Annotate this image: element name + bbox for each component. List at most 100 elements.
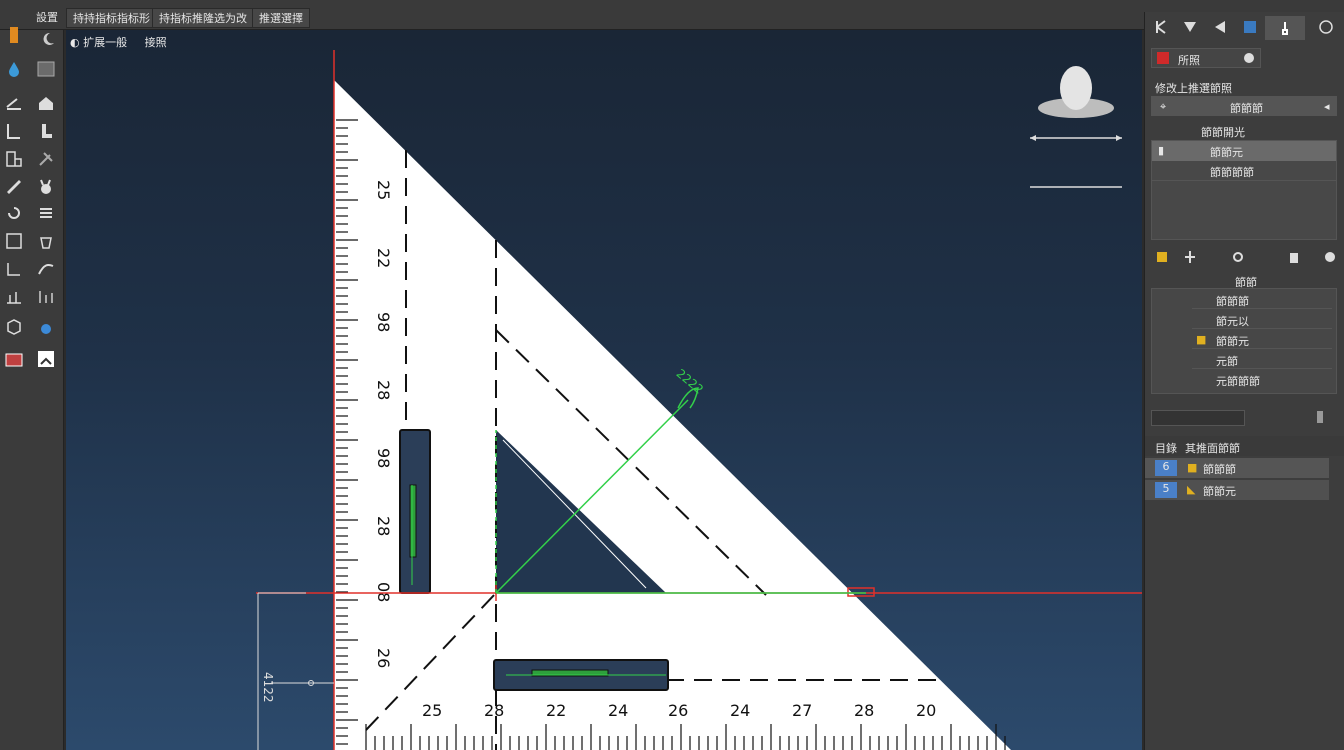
layer-search-input[interactable]: [1151, 410, 1245, 426]
table-row-name: 節節節: [1203, 463, 1236, 476]
folder-icon: ■: [1187, 461, 1198, 474]
k-icon[interactable]: [1153, 18, 1171, 36]
pen-line-icon[interactable]: [2, 92, 26, 114]
table-header-id: 目錄: [1155, 442, 1177, 455]
ruler-left-label: 26: [374, 648, 393, 668]
left-toolbar: [0, 27, 64, 750]
layer-row[interactable]: 節元以: [1192, 311, 1332, 329]
layer-row[interactable]: 元節節節: [1192, 371, 1332, 389]
modifier-item-label: 節節節節: [1210, 166, 1254, 179]
table-row[interactable]: 6 ■ 節節節: [1145, 458, 1329, 478]
layout-icon[interactable]: [2, 148, 26, 170]
ruler-bottom-label: 27: [792, 701, 812, 720]
drawing-viewport[interactable]: 25 22 98 28 98 28 08 26 25 28 22 24 26 24 27 28 20: [66, 30, 1142, 750]
export-icon[interactable]: [34, 348, 58, 370]
image-icon[interactable]: [34, 58, 58, 80]
view-mode-text[interactable]: 扩展一般: [83, 36, 127, 49]
orange-bookmark-icon[interactable]: [2, 24, 26, 46]
viewport-label: ◐ 扩展一般 接照: [70, 34, 167, 50]
layer-row-label: 節節元: [1216, 335, 1249, 348]
boot-icon[interactable]: [34, 120, 58, 142]
split-bar-icon[interactable]: [1181, 248, 1199, 266]
settings-icon[interactable]: [1321, 248, 1339, 266]
tools-icon[interactable]: [34, 148, 58, 170]
object-tab-label: 所照: [1178, 54, 1200, 67]
eye-icon[interactable]: ◐: [70, 36, 80, 49]
curve-icon[interactable]: [34, 258, 58, 280]
tab-indicators[interactable]: 持持指标指标形: [66, 8, 157, 28]
ruler-bottom-label: 28: [484, 701, 504, 720]
modifier-dropdown[interactable]: ⌖ 節節節 ◂: [1151, 96, 1337, 116]
corner-icon[interactable]: [2, 258, 26, 280]
speaker-icon[interactable]: [1211, 18, 1229, 36]
brush-icon[interactable]: [1265, 16, 1305, 40]
table-row-id: 5: [1155, 482, 1177, 498]
bucket-icon[interactable]: [34, 230, 58, 252]
ruler-bottom-label: 25: [422, 701, 442, 720]
layer-row-label: 節節節: [1216, 295, 1249, 308]
frame-icon[interactable]: [2, 230, 26, 252]
lightbulb-icon: ▮: [1158, 144, 1165, 157]
dropdown-arrow-icon: ◂: [1324, 100, 1330, 113]
split-icon[interactable]: [34, 286, 58, 308]
modifier-dropdown-value: 節節節: [1230, 102, 1263, 115]
house-icon[interactable]: [34, 92, 58, 114]
modifier-list-item[interactable]: 節節節節: [1152, 161, 1336, 181]
shield-icon[interactable]: [1181, 18, 1199, 36]
chart-icon: ◣: [1187, 483, 1196, 496]
view-extra-text[interactable]: 接照: [145, 36, 167, 49]
table-row-id: 6: [1155, 460, 1177, 476]
object-tab[interactable]: 所照: [1151, 48, 1261, 68]
object-red-icon: [1154, 49, 1172, 67]
moon-icon[interactable]: [36, 28, 60, 50]
modifier-item-label: 節節元: [1210, 146, 1243, 159]
folder-icon[interactable]: [2, 348, 26, 370]
layer-row[interactable]: 元節: [1192, 351, 1332, 369]
unique-icon[interactable]: [1229, 248, 1247, 266]
layer-yellow-icon: ■: [1196, 333, 1207, 346]
modifier-list-title: 節節開光: [1201, 126, 1245, 139]
layer-row[interactable]: ■ 節節元: [1192, 331, 1332, 349]
table-row[interactable]: 5 ◣ 節節元: [1145, 480, 1329, 500]
tab-settings[interactable]: 設置: [30, 8, 64, 28]
top-tab-bar: 設置 持持指标指标形 持指标推隆选为改 推選選擇: [0, 0, 1344, 30]
triangle-ruler-drawing: 25 22 98 28 98 28 08 26 25 28 22 24 26 24 27 28 20: [256, 50, 1142, 750]
ruler-left-label: 08: [374, 582, 393, 602]
pin-stack-icon[interactable]: [1153, 248, 1171, 266]
paint-icon[interactable]: [34, 316, 58, 338]
rabbit-icon[interactable]: [34, 176, 58, 198]
tab-indicator-edit[interactable]: 持指标推隆选为改: [152, 8, 254, 28]
scroll-icon[interactable]: [1311, 408, 1329, 426]
right-panel: 所照 修改上推選節照 ⌖ 節節節 ◂ 節節開光 ▮ 節節元 節節節節 節節 節節…: [1144, 12, 1344, 750]
ruler-left-label: 28: [374, 380, 393, 400]
help-icon[interactable]: [1317, 18, 1335, 36]
modifier-list[interactable]: ▮ 節節元 節節節節: [1151, 140, 1337, 240]
globe-icon[interactable]: [1241, 18, 1259, 36]
ruler-icon[interactable]: [2, 176, 26, 198]
table-header-name: 其推面節節: [1185, 442, 1240, 455]
ruler-left-label: 22: [374, 248, 393, 268]
cube-icon[interactable]: [2, 316, 26, 338]
ruler-bottom-label: 24: [608, 701, 628, 720]
layer-list[interactable]: 節節節 節元以 ■ 節節元 元節 元節節節: [1151, 288, 1337, 394]
layer-row-label: 節元以: [1216, 315, 1249, 328]
layer-row[interactable]: 節節節: [1192, 291, 1332, 309]
ruler-bottom-label: 26: [668, 701, 688, 720]
table-header: 目錄 其推面節節: [1145, 436, 1344, 456]
rotate-icon[interactable]: [2, 202, 26, 224]
stack-icon[interactable]: [34, 202, 58, 224]
water-drop-icon[interactable]: [2, 58, 26, 80]
sphere-icon: [1240, 49, 1258, 67]
align-icon[interactable]: [2, 286, 26, 308]
table-row-name: 節節元: [1203, 485, 1236, 498]
ruler-left-label: 28: [374, 516, 393, 536]
pin-icon: ⌖: [1160, 100, 1167, 113]
ruler-left-label: 98: [374, 312, 393, 332]
layer-row-label: 元節: [1216, 355, 1238, 368]
ruler-left-label: 25: [374, 180, 393, 200]
ruler-bottom-label: 28: [854, 701, 874, 720]
tab-select[interactable]: 推選選擇: [252, 8, 310, 28]
trash-icon[interactable]: [1285, 248, 1303, 266]
angle-icon[interactable]: [2, 120, 26, 142]
modifier-list-item-selected[interactable]: ▮ 節節元: [1152, 141, 1336, 161]
